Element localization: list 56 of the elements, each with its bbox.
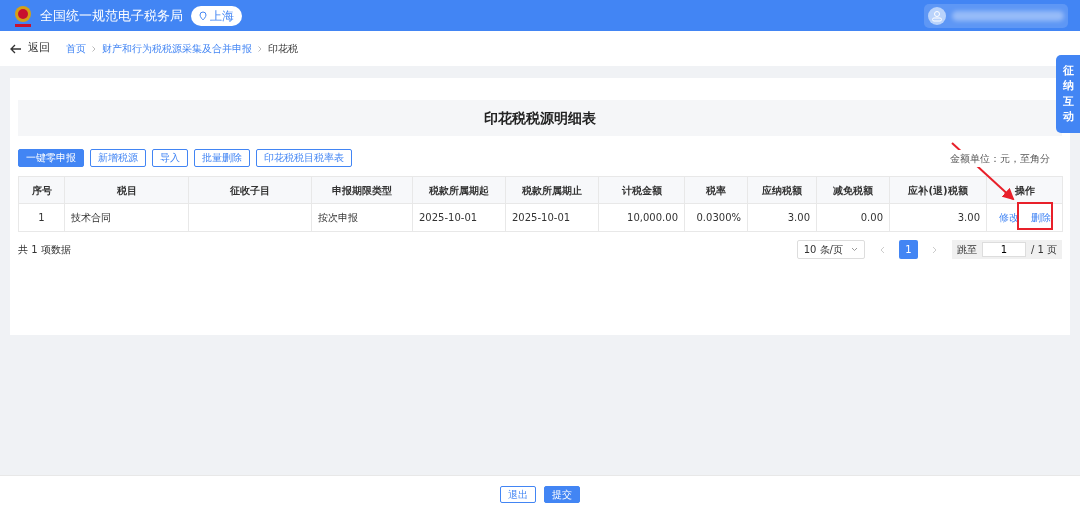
toolbar-button[interactable]: 批量删除: [194, 149, 250, 167]
table-cell: 2025-10-01: [505, 203, 599, 232]
column-header: 征收子目: [188, 176, 312, 204]
column-header: 税款所属期起: [412, 176, 506, 204]
back-label: 返回: [28, 40, 50, 57]
column-header: 应纳税额: [747, 176, 817, 204]
jump-label: 跳至: [956, 243, 977, 257]
breadcrumb-item[interactable]: 首页: [66, 41, 86, 56]
emblem-logo: [12, 3, 34, 28]
amount-unit-note: 金额单位：元，至角分: [948, 149, 1052, 167]
page-number[interactable]: 1: [898, 240, 918, 259]
site-title: 全国统一规范电子税务局: [40, 6, 183, 25]
page-title: 印花税税源明细表: [18, 100, 1062, 136]
toolbar-button[interactable]: 新增税源: [90, 149, 146, 167]
column-header: 序号: [18, 176, 65, 204]
highlight-box: [1017, 202, 1053, 230]
next-page-icon[interactable]: [931, 245, 938, 254]
column-header: 计税金额: [598, 176, 685, 204]
avatar-icon: [928, 6, 946, 25]
page-size-select[interactable]: 10 条/页: [796, 240, 865, 259]
location-pin-icon: [199, 10, 207, 21]
column-header: 税率: [684, 176, 748, 204]
chevron-right-icon: [258, 45, 262, 52]
page-count: / 1 页: [1030, 243, 1057, 257]
user-menu[interactable]: [924, 3, 1068, 28]
toolbar-button[interactable]: 一键零申报: [18, 149, 84, 167]
column-header: 税目: [64, 176, 189, 204]
table-cell: 1: [18, 203, 65, 232]
back-link[interactable]: 返回: [10, 40, 50, 57]
column-header: 减免税额: [816, 176, 890, 204]
column-header: 申报期限类型: [311, 176, 413, 204]
action-link[interactable]: 删除: [1031, 212, 1051, 223]
breadcrumb-item: 印花税: [268, 42, 298, 56]
breadcrumb-item[interactable]: 财产和行为税税源采集及合并申报: [102, 41, 252, 56]
chevron-down-icon: [850, 247, 858, 252]
location-selector[interactable]: 上海: [191, 5, 242, 26]
total-count: 共 1 项数据: [18, 243, 71, 257]
chevron-right-icon: [92, 45, 96, 52]
table-cell: 3.00: [889, 203, 987, 232]
column-header: 应补(退)税额: [889, 176, 987, 204]
footer-button[interactable]: 提交: [544, 485, 580, 503]
table-cell: 0.00: [816, 203, 890, 232]
table-cell: 0.0300%: [684, 203, 748, 232]
page-jump-field[interactable]: 1: [981, 242, 1026, 257]
previous-page-icon[interactable]: [878, 245, 885, 254]
back-arrow-icon: [10, 43, 22, 54]
interaction-side-tab[interactable]: 征纳互动: [1056, 55, 1080, 133]
table-cell: 2025-10-01: [412, 203, 506, 232]
column-header: 税款所属期止: [505, 176, 599, 204]
table-cell: 3.00: [747, 203, 817, 232]
table-cell: 技术合同: [64, 203, 189, 232]
toolbar-button[interactable]: 导入: [152, 149, 188, 167]
toolbar-button[interactable]: 印花税税目税率表: [256, 149, 352, 167]
footer-button[interactable]: 退出: [500, 485, 536, 503]
table-cell: 按次申报: [311, 203, 413, 232]
table-cell: 10,000.00: [598, 203, 685, 232]
